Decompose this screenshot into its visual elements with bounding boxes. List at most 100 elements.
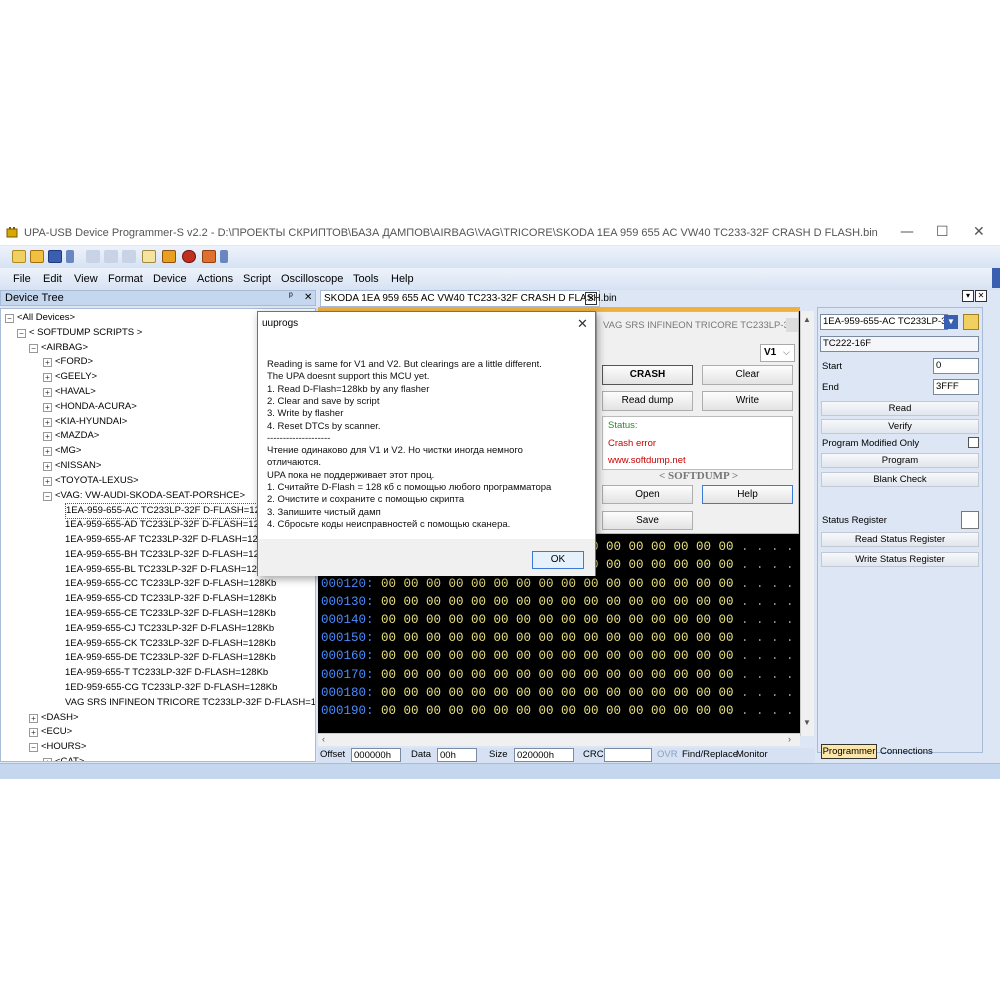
menu-view[interactable]: View (74, 273, 98, 285)
size-field[interactable]: 020000h (514, 748, 574, 762)
collapse-icon[interactable]: − (5, 314, 14, 323)
hex-ascii[interactable]: . . . . . . . . (726, 558, 800, 572)
menu-edit[interactable]: Edit (43, 273, 62, 285)
hex-hscrollbar[interactable]: ‹ › (318, 733, 800, 746)
close-panel-icon[interactable]: ✕ (304, 292, 312, 303)
expand-icon[interactable]: + (43, 402, 52, 412)
hex-bytes[interactable]: 00 00 00 00 00 00 00 00 00 00 00 00 00 0… (381, 595, 734, 609)
tree-node[interactable]: − <HOURS> (29, 740, 86, 754)
scroll-down-icon[interactable]: ▼ (803, 718, 813, 728)
scroll-up-icon[interactable]: ▲ (803, 315, 813, 325)
hex-bytes[interactable]: 00 00 00 00 00 00 00 00 00 00 00 00 00 0… (381, 577, 734, 591)
tree-node[interactable]: + <ECU> (29, 725, 72, 739)
menu-device[interactable]: Device (153, 273, 187, 285)
hex-bytes[interactable]: 00 00 00 00 00 00 00 00 00 00 00 00 00 0… (381, 668, 734, 682)
hex-ascii[interactable]: . . . . . . . . (726, 686, 800, 700)
collapse-icon[interactable]: − (29, 743, 38, 753)
write-button[interactable]: Write (702, 391, 793, 411)
load-device-icon[interactable] (963, 314, 979, 330)
tree-node[interactable]: +<CAT> (43, 755, 84, 761)
hex-bytes[interactable]: 00 00 00 00 00 00 00 00 00 00 00 00 00 0… (381, 631, 734, 645)
document-icon[interactable] (142, 250, 156, 263)
find-replace-link[interactable]: Find/Replace (682, 749, 738, 760)
clear-button[interactable]: Clear (702, 365, 793, 385)
expand-icon[interactable]: + (43, 373, 52, 383)
hex-ascii[interactable]: . . . . . . . . (726, 613, 800, 627)
scroll-right-icon[interactable]: › (788, 734, 791, 744)
dropdown-arrow-icon[interactable] (66, 250, 74, 263)
crash-button[interactable]: CRASH (602, 365, 693, 385)
read-dump-button[interactable]: Read dump (602, 391, 693, 411)
tree-node[interactable]: − <All Devices> (5, 311, 75, 325)
program-modified-checkbox[interactable] (968, 437, 979, 448)
write-status-register-button[interactable]: Write Status Register (821, 552, 979, 567)
expand-icon[interactable]: + (43, 417, 52, 427)
pin-icon[interactable]: ᵖ (289, 291, 293, 302)
close-button[interactable]: ✕ (973, 224, 985, 240)
save-button[interactable]: Save (602, 511, 693, 530)
minimize-button[interactable]: — (900, 224, 914, 240)
tree-node[interactable]: 1EA-959-655-AD TC233LP-32F D-FLASH=128Kb (65, 518, 276, 532)
collapse-icon[interactable]: − (17, 328, 26, 338)
hex-row[interactable]: 000170: 00 00 00 00 00 00 00 00 00 00 00 … (321, 668, 794, 682)
read-button[interactable]: Read (821, 401, 979, 416)
tree-node[interactable]: + <MAZDA> (43, 429, 99, 443)
tree-node[interactable]: + <NISSAN> (43, 459, 101, 473)
hex-bytes[interactable]: 00 00 00 00 00 00 00 00 00 00 00 00 00 0… (381, 613, 734, 627)
chip-icon[interactable] (202, 250, 216, 263)
save-icon[interactable] (48, 250, 62, 263)
collapse-icon[interactable]: − (29, 343, 38, 353)
program-button[interactable]: Program (821, 453, 979, 468)
menu-actions[interactable]: Actions (197, 273, 233, 285)
hex-row[interactable]: 000120: 00 00 00 00 00 00 00 00 00 00 00 … (321, 577, 794, 591)
panel-close-icon[interactable]: ✕ (975, 290, 987, 302)
hex-ascii[interactable]: . . . . . . . . (726, 577, 800, 591)
tree-node[interactable]: − <VAG: VW-AUDI-SKODA-SEAT-PORSHCE> (43, 489, 245, 503)
expand-icon[interactable]: + (43, 432, 52, 442)
tree-node[interactable]: − <AIRBAG> (29, 341, 88, 355)
start-field[interactable]: 0 (933, 358, 979, 374)
maximize-button[interactable]: ☐ (936, 224, 949, 240)
tree-node[interactable]: 1EA-959-655-CE TC233LP-32F D-FLASH=128Kb (65, 607, 276, 621)
ok-button[interactable]: OK (532, 551, 584, 569)
scroll-left-icon[interactable]: ‹ (322, 734, 325, 744)
offset-field[interactable]: 000000h (351, 748, 401, 762)
hex-bytes[interactable]: 00 00 00 00 00 00 00 00 00 00 00 00 00 0… (381, 704, 734, 718)
tree-node[interactable]: 1EA-959-655-AF TC233LP-32F D-FLASH=128Kb (65, 533, 275, 547)
tree-node[interactable]: 1EA-959-655-CD TC233LP-32F D-FLASH=128Kb (65, 592, 276, 606)
verify-button[interactable]: Verify (821, 419, 979, 434)
help-button[interactable]: Help (702, 485, 793, 504)
hex-ascii[interactable]: . . . . . . . . (726, 649, 800, 663)
hex-row[interactable]: 000160: 00 00 00 00 00 00 00 00 00 00 00 … (321, 649, 794, 663)
tree-node[interactable]: + <HAVAL> (43, 385, 96, 399)
tree-node[interactable]: + <GEELY> (43, 370, 97, 384)
expand-icon[interactable]: + (43, 476, 52, 486)
hex-row[interactable]: 000130: 00 00 00 00 00 00 00 00 00 00 00 … (321, 595, 794, 609)
collapse-icon[interactable]: − (43, 491, 52, 501)
tree-node[interactable]: 1ED-959-655-CG TC233LP-32F D-FLASH=128Kb (65, 681, 277, 695)
expand-icon[interactable]: + (43, 388, 52, 397)
data-field[interactable]: 00h (437, 748, 477, 762)
hex-ascii[interactable]: . . . . . . . . (726, 631, 800, 645)
tree-node[interactable]: + <FORD> (43, 355, 93, 369)
hex-bytes[interactable]: 00 00 00 00 00 00 00 00 00 00 00 00 00 0… (381, 686, 734, 700)
end-field[interactable]: 3FFF (933, 379, 979, 395)
hex-ascii[interactable]: . . . . . . . . (726, 540, 800, 554)
tab-connections[interactable]: Connections (880, 745, 944, 759)
hex-row[interactable]: 000190: 00 00 00 00 00 00 00 00 00 00 00 … (321, 704, 794, 718)
hex-ascii[interactable]: . . . . . . . . (726, 595, 800, 609)
tree-node[interactable]: 1EA-959-655-CK TC233LP-32F D-FLASH=128Kb (65, 637, 276, 651)
panel-dropdown-icon[interactable]: ▾ (962, 290, 974, 302)
copy-icon[interactable] (104, 250, 118, 263)
open-button[interactable]: Open (602, 485, 693, 504)
tree-node[interactable]: + <HONDA-ACURA> (43, 400, 137, 414)
menu-format[interactable]: Format (108, 273, 143, 285)
tree-node[interactable]: 1EA-959-655-T TC233LP-32F D-FLASH=128Kb (65, 666, 268, 680)
settings-gear-icon[interactable] (182, 250, 196, 263)
device-icon[interactable] (162, 250, 176, 263)
device-select-dropdown-icon[interactable]: ▼ (944, 315, 958, 329)
status-register-field[interactable] (961, 511, 979, 529)
tree-node[interactable]: + <KIA-HYUNDAI> (43, 415, 127, 429)
hex-bytes[interactable]: 00 00 00 00 00 00 00 00 00 00 00 00 00 0… (381, 649, 734, 663)
hex-row[interactable]: 000140: 00 00 00 00 00 00 00 00 00 00 00 … (321, 613, 794, 627)
